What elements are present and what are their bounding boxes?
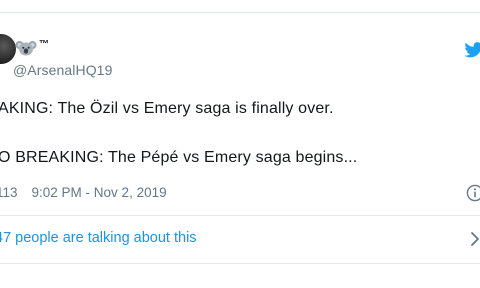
koala-icon: [15, 39, 37, 57]
display-name-suffix: ™: [39, 39, 49, 50]
avatar[interactable]: [0, 34, 16, 64]
info-icon[interactable]: [466, 184, 480, 202]
like-count[interactable]: 113: [0, 185, 18, 200]
card-top-border: [0, 12, 480, 13]
conversation-link[interactable]: 47 people are talking about this: [0, 230, 197, 246]
chevron-right-icon[interactable]: [469, 231, 480, 247]
twitter-bird-icon[interactable]: [464, 42, 480, 58]
user-handle[interactable]: @ArsenalHQ19: [13, 62, 112, 78]
tweet-text-line-2: O BREAKING: The Pépé vs Emery saga begin…: [0, 149, 358, 166]
card-bottom-border: [0, 263, 480, 264]
tweet-text-line-1: AKING: The Özil vs Emery saga is finally…: [0, 100, 334, 117]
tweet-meta: 113 9:02 PM - Nov 2, 2019: [0, 185, 167, 200]
tweet-timestamp[interactable]: 9:02 PM - Nov 2, 2019: [32, 185, 167, 200]
divider: [0, 215, 480, 216]
display-name[interactable]: ™: [15, 38, 49, 58]
